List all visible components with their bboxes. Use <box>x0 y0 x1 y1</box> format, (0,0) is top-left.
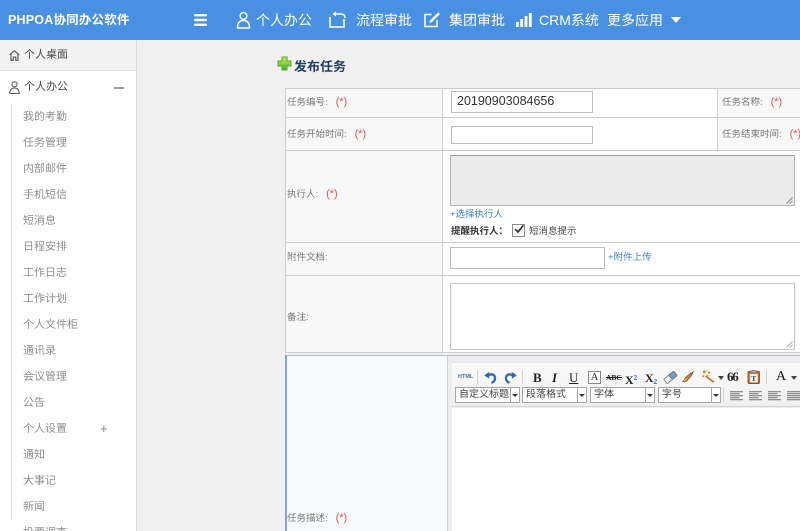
svg-text:T: T <box>751 374 756 383</box>
